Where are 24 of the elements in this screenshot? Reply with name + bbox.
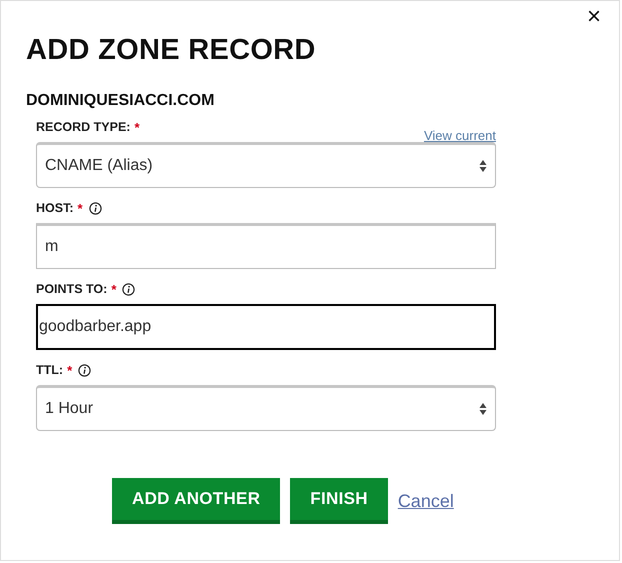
info-icon[interactable] <box>88 202 102 214</box>
required-mark: * <box>78 200 83 216</box>
field-label: RECORD TYPE: <box>36 120 130 134</box>
dialog-title: ADD ZONE RECORD <box>26 33 317 68</box>
view-current-link[interactable]: View current <box>424 128 496 142</box>
select-field[interactable]: CNAME (Alias) <box>36 142 496 188</box>
field-label: TTL: <box>36 363 64 377</box>
field-label: HOST: <box>36 201 74 215</box>
input-field[interactable]: m <box>36 223 496 269</box>
info-icon[interactable] <box>122 282 136 296</box>
cancel-link[interactable]: Cancel <box>398 490 454 512</box>
action-button[interactable]: ADD ANOTHER <box>112 478 280 524</box>
close-button[interactable]: × <box>582 3 605 31</box>
required-mark: * <box>67 362 72 378</box>
select-field[interactable]: 1 Hour <box>36 385 496 431</box>
updown-icon <box>479 402 487 416</box>
updown-icon <box>479 159 487 173</box>
action-button[interactable]: FINISH <box>290 478 388 524</box>
domain-name: DOMINIQUESIACCI.COM <box>26 91 216 111</box>
input-field[interactable]: goodbarber.app <box>36 304 496 350</box>
info-icon[interactable] <box>78 364 92 376</box>
required-mark: * <box>111 282 116 296</box>
required-mark: * <box>134 120 140 134</box>
field-label: POINTS TO: <box>36 282 108 296</box>
